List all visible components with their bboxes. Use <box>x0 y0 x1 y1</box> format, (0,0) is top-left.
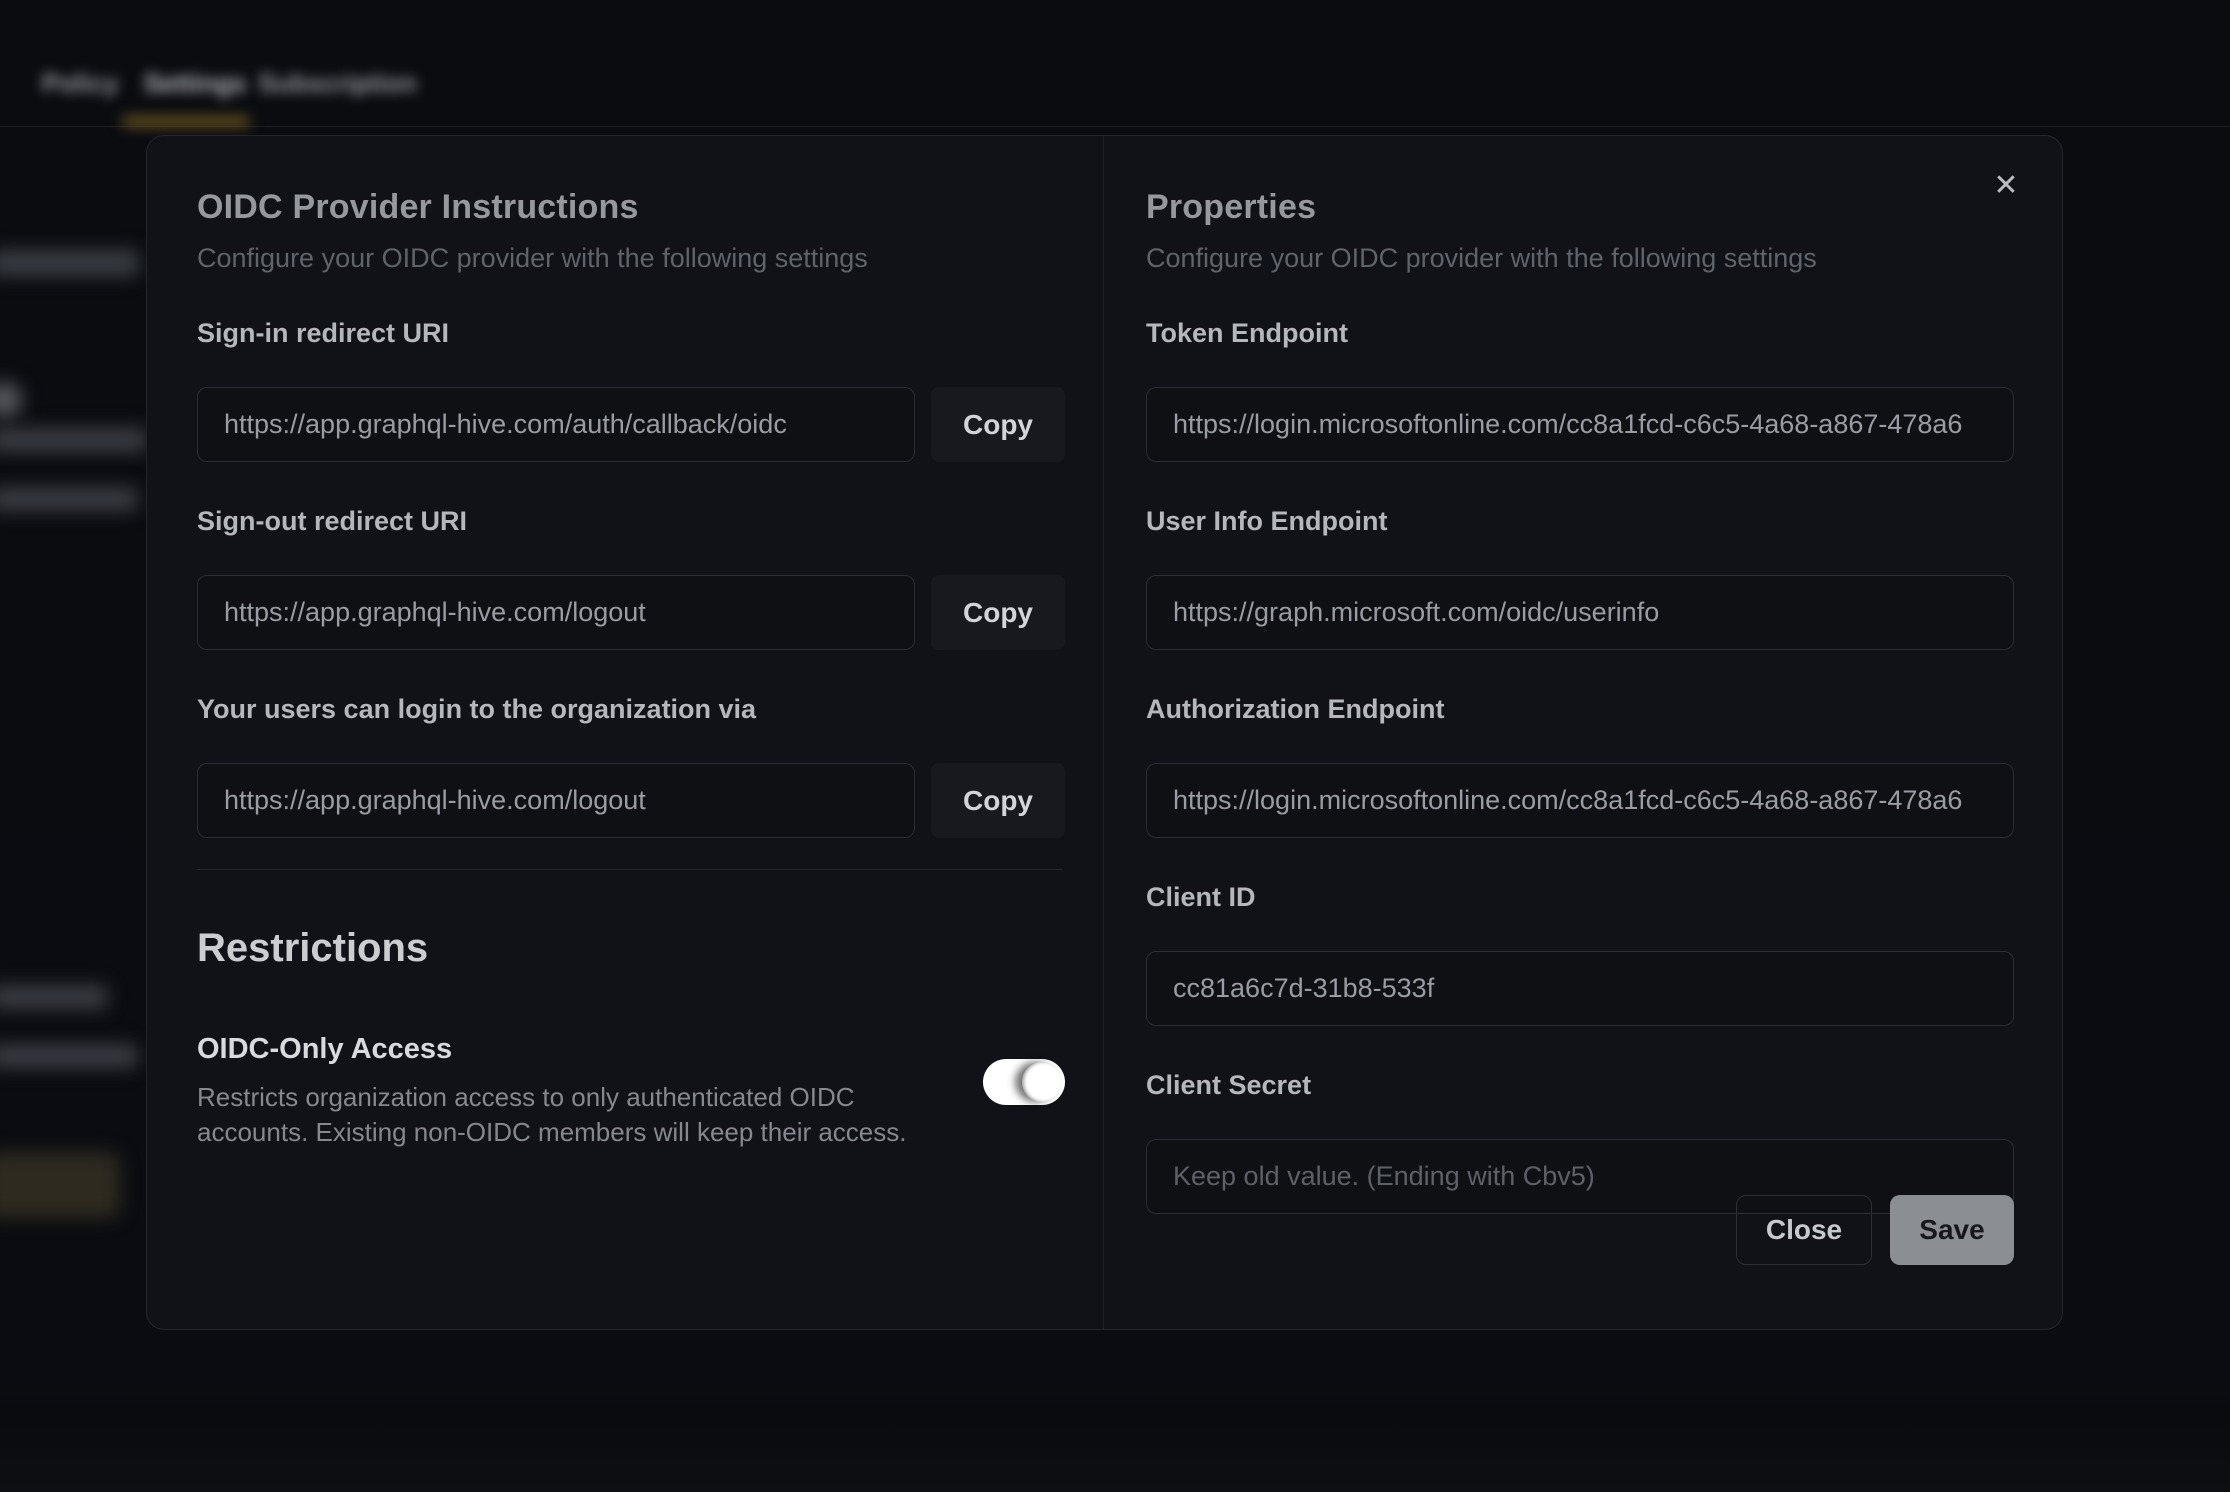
user-info-endpoint-label: User Info Endpoint <box>1146 506 2014 537</box>
client-id-label: Client ID <box>1146 882 2014 913</box>
token-endpoint-input[interactable] <box>1146 387 2014 462</box>
instructions-title: OIDC Provider Instructions <box>197 188 1065 227</box>
properties-panel: Properties Configure your OIDC provider … <box>1104 136 2062 1329</box>
blurred-text-line <box>0 985 108 1009</box>
oidc-only-access-description: Restricts organization access to only au… <box>197 1080 917 1150</box>
login-via-input[interactable] <box>197 763 915 838</box>
copy-sign-in-button[interactable]: Copy <box>931 387 1065 462</box>
tab-subscription[interactable]: Subscription <box>265 60 410 106</box>
oidc-only-access-row: OIDC-Only Access Restricts organization … <box>197 1033 1065 1150</box>
restrictions-title: Restrictions <box>197 926 1065 971</box>
blurred-text-line <box>0 1044 138 1068</box>
copy-sign-out-button[interactable]: Copy <box>931 575 1065 650</box>
login-via-row: Copy <box>197 763 1065 838</box>
authorization-endpoint-label: Authorization Endpoint <box>1146 694 2014 725</box>
user-info-endpoint-input[interactable] <box>1146 575 2014 650</box>
close-button[interactable]: Close <box>1736 1195 1872 1265</box>
user-info-endpoint-row <box>1146 575 2014 650</box>
instructions-subtitle: Configure your OIDC provider with the fo… <box>197 243 1065 274</box>
sign-out-redirect-input[interactable] <box>197 575 915 650</box>
oidc-only-access-toggle[interactable] <box>983 1059 1065 1105</box>
tab-settings[interactable]: Settings <box>140 60 250 106</box>
blurred-text-line <box>0 250 140 276</box>
sign-in-redirect-row: Copy <box>197 387 1065 462</box>
properties-title: Properties <box>1146 188 2014 227</box>
authorization-endpoint-input[interactable] <box>1146 763 2014 838</box>
oidc-only-access-label: OIDC-Only Access <box>197 1033 983 1066</box>
toggle-knob <box>1022 1062 1062 1102</box>
blurred-text-line <box>0 428 148 452</box>
active-tab-underline <box>122 117 250 126</box>
client-id-row <box>1146 951 2014 1026</box>
background-tabbar: Policy Settings Subscription <box>0 0 2230 127</box>
properties-subtitle: Configure your OIDC provider with the fo… <box>1146 243 2014 274</box>
oidc-provider-modal: ✕ OIDC Provider Instructions Configure y… <box>146 135 2063 1330</box>
section-divider <box>197 869 1063 870</box>
tab-policy[interactable]: Policy <box>40 60 120 106</box>
login-via-label: Your users can login to the organization… <box>197 694 1065 725</box>
save-button[interactable]: Save <box>1890 1195 2014 1265</box>
modal-actions: Close Save <box>1736 1195 2014 1265</box>
blurred-avatar-dot <box>0 382 22 418</box>
token-endpoint-row <box>1146 387 2014 462</box>
blurred-text-line <box>0 487 138 511</box>
client-secret-label: Client Secret <box>1146 1070 2014 1101</box>
sign-out-redirect-label: Sign-out redirect URI <box>197 506 1065 537</box>
token-endpoint-label: Token Endpoint <box>1146 318 2014 349</box>
sign-in-redirect-input[interactable] <box>197 387 915 462</box>
client-id-input[interactable] <box>1146 951 2014 1026</box>
authorization-endpoint-row <box>1146 763 2014 838</box>
copy-login-via-button[interactable]: Copy <box>931 763 1065 838</box>
sign-out-redirect-row: Copy <box>197 575 1065 650</box>
oidc-only-access-text: OIDC-Only Access Restricts organization … <box>197 1033 983 1150</box>
sign-in-redirect-label: Sign-in redirect URI <box>197 318 1065 349</box>
blurred-background-button <box>0 1152 120 1218</box>
instructions-panel: OIDC Provider Instructions Configure you… <box>147 136 1103 1329</box>
